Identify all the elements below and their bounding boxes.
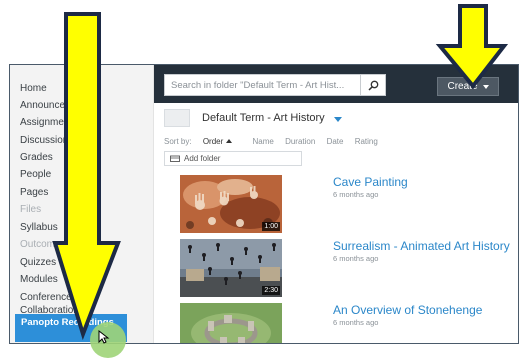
video-title-link[interactable]: An Overview of Stonehenge <box>333 303 482 317</box>
video-thumbnail-cave-painting[interactable]: 1:00 <box>180 175 282 233</box>
annotation-arrow-down-icon <box>435 4 509 90</box>
nav-item-home[interactable]: Home <box>20 83 47 94</box>
sort-option-order-label: Order <box>202 137 224 146</box>
add-folder-label: Add folder <box>184 154 221 163</box>
mouse-cursor-icon <box>98 330 110 344</box>
video-date: 6 months ago <box>333 318 379 327</box>
video-duration-badge: 2:30 <box>262 286 280 295</box>
folder-dropdown-icon[interactable] <box>334 117 342 122</box>
annotation-arrow-down-icon <box>52 12 121 341</box>
nav-item-people[interactable]: People <box>20 169 51 180</box>
nav-item-pages[interactable]: Pages <box>20 187 48 198</box>
sort-option-duration[interactable]: Duration <box>285 137 315 146</box>
search-button[interactable] <box>360 75 385 95</box>
sort-ascending-icon <box>226 139 233 143</box>
folder-name: Default Term - Art History <box>202 112 325 124</box>
video-duration-badge: 1:00 <box>262 222 280 231</box>
folder-search-box <box>164 74 386 96</box>
nav-item-grades[interactable]: Grades <box>20 152 53 163</box>
sort-option-date[interactable]: Date <box>327 137 344 146</box>
sort-bar: Sort by: Order Name Duration Date Rating <box>164 137 387 146</box>
sort-option-rating[interactable]: Rating <box>355 137 378 146</box>
sort-label: Sort by: <box>164 137 192 146</box>
folder-icon <box>164 109 190 127</box>
video-thumbnail-stonehenge[interactable] <box>180 303 282 343</box>
stonehenge-image <box>180 303 282 343</box>
add-folder-icon <box>170 155 180 162</box>
video-date: 6 months ago <box>333 254 379 263</box>
sort-option-order[interactable]: Order <box>203 137 241 146</box>
sort-option-name[interactable]: Name <box>253 137 274 146</box>
add-folder-button[interactable]: Add folder <box>164 151 302 166</box>
nav-item-quizzes[interactable]: Quizzes <box>20 257 56 268</box>
nav-item-files: Files <box>20 204 42 215</box>
video-thumbnail-surrealism[interactable]: 2:30 <box>180 239 282 297</box>
video-title-link[interactable]: Surrealism - Animated Art History <box>333 239 510 253</box>
folder-search-input[interactable] <box>165 75 361 95</box>
video-date: 6 months ago <box>333 190 379 199</box>
panopto-main-panel: Create Default Term - Art History Sort b… <box>154 65 518 343</box>
video-title-link[interactable]: Cave Painting <box>333 175 408 189</box>
search-icon <box>367 80 378 91</box>
